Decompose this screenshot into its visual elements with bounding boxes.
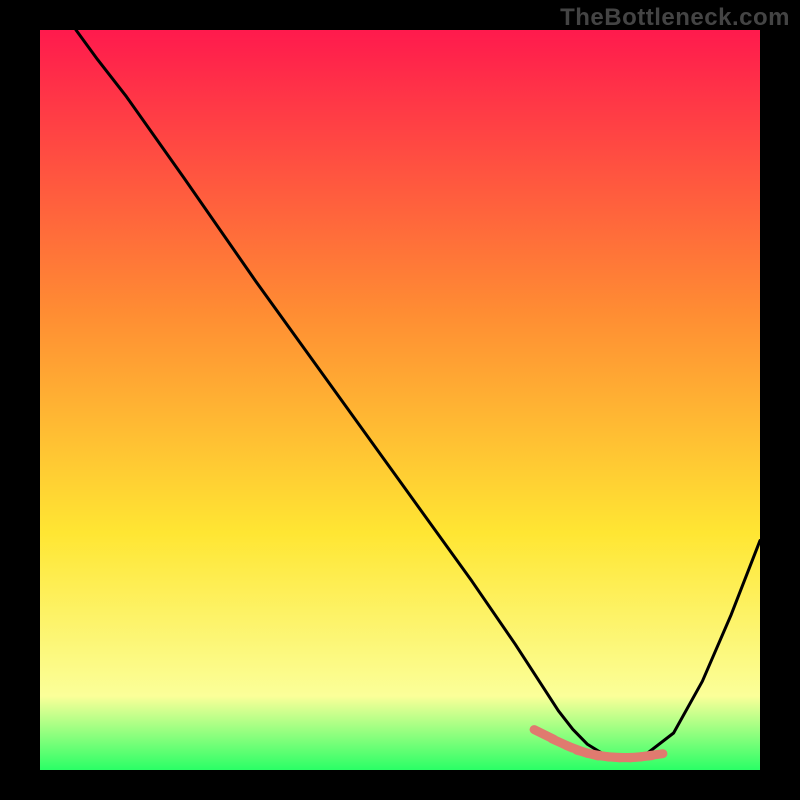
bottleneck-chart (40, 30, 760, 770)
attribution-label: TheBottleneck.com (560, 4, 790, 32)
chart-frame: TheBottleneck.com (0, 0, 800, 800)
gradient-background (40, 30, 760, 770)
range-marker (641, 754, 663, 757)
plot-area (40, 30, 760, 770)
